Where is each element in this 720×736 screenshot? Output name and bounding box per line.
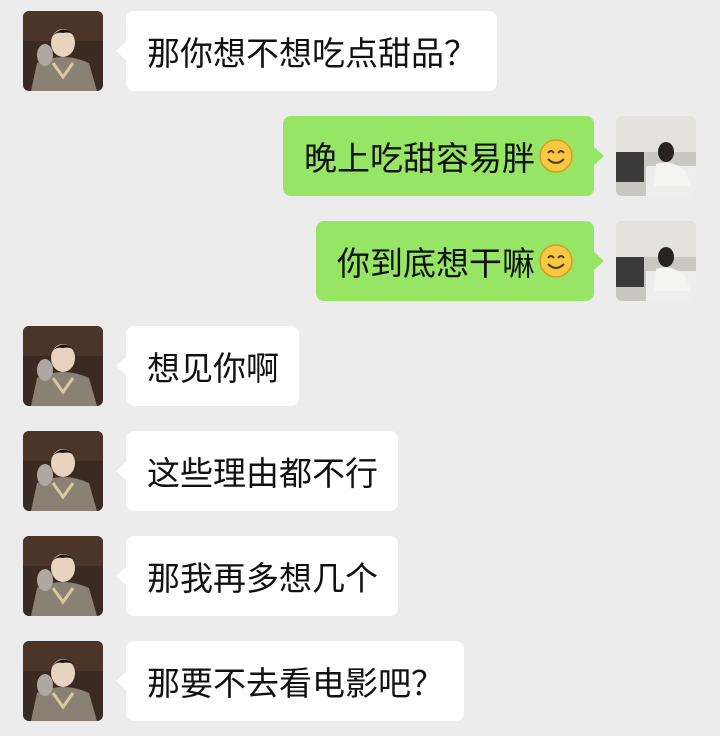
incoming-message-bubble[interactable]: 那要不去看电影吧？ [116,641,464,721]
contact-avatar[interactable] [23,641,103,721]
message-row: 想见你啊 [0,326,720,406]
message-text: 那要不去看电影吧？ [147,664,444,703]
incoming-message-bubble[interactable]: 那你想不想吃点甜品？ [116,11,497,91]
incoming-message-bubble[interactable]: 想见你啊 [116,326,299,406]
outgoing-message-bubble[interactable]: 你到底想干嘛 [316,221,604,301]
user-avatar[interactable] [616,221,696,301]
message-row: 那你想不想吃点甜品？ [0,11,720,91]
user-avatar[interactable] [616,116,696,196]
incoming-message-bubble[interactable]: 这些理由都不行 [116,431,398,511]
contact-avatar[interactable] [23,326,103,406]
message-row: 你到底想干嘛 [0,221,720,301]
message-text: 这些理由都不行 [147,454,378,493]
message-row: 那我再多想几个 [0,536,720,616]
smiling-face-icon [538,138,574,174]
incoming-message-bubble[interactable]: 那我再多想几个 [116,536,398,616]
message-text: 那你想不想吃点甜品？ [147,34,477,73]
outgoing-message-bubble[interactable]: 晚上吃甜容易胖 [283,116,604,196]
message-row: 这些理由都不行 [0,431,720,511]
message-text: 想见你啊 [147,349,279,388]
contact-avatar[interactable] [23,431,103,511]
message-row: 晚上吃甜容易胖 [0,116,720,196]
message-text: 你到底想干嘛 [337,244,535,283]
contact-avatar[interactable] [23,536,103,616]
message-row: 那要不去看电影吧？ [0,641,720,721]
message-text: 晚上吃甜容易胖 [304,139,535,178]
smiling-face-icon [538,243,574,279]
contact-avatar[interactable] [23,11,103,91]
message-text: 那我再多想几个 [147,559,378,598]
